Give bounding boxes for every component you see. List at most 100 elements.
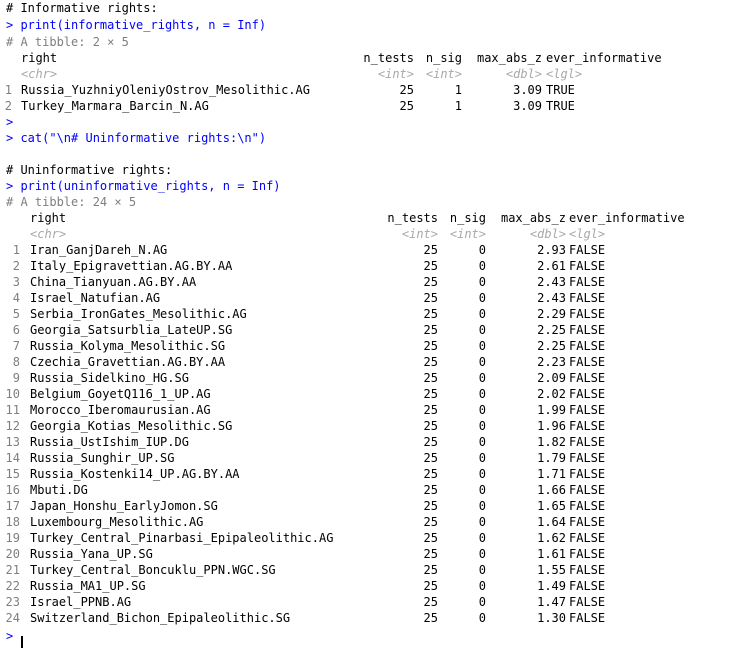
- cell-ever-informative: FALSE: [569, 371, 606, 385]
- col-type-n-tests: <int>: [377, 67, 414, 81]
- final-prompt: >: [6, 629, 14, 643]
- cell-right: Israel_PPNB.AG: [30, 595, 132, 609]
- table-row: 9 Russia_Sidelkino_HG.SG 25 0 2.09 FALSE: [6, 370, 726, 386]
- cell-max-abs-z: 3.09: [513, 99, 542, 113]
- cell-n-tests: 25: [423, 371, 438, 385]
- cell-n-sig: 0: [478, 403, 486, 417]
- cell-n-sig: 0: [478, 467, 486, 481]
- table-row: 24 Switzerland_Bichon_Epipaleolithic.SG 25…: [6, 610, 726, 626]
- table-row: 16 Mbuti.DG 25 0 1.66 FALSE: [6, 482, 726, 498]
- cell-ever-informative: FALSE: [569, 259, 606, 273]
- cell-n-sig: 0: [478, 435, 486, 449]
- informative-type-row: <chr> <int> <int> <dbl> <lgl>: [6, 66, 726, 82]
- cell-right: Russia_Yana_UP.SG: [30, 547, 153, 561]
- cell-max-abs-z: 2.43: [537, 291, 566, 305]
- cell-n-tests: 25: [423, 387, 438, 401]
- cell-right: Russia_MA1_UP.SG: [30, 579, 146, 593]
- row-index: 8: [12, 355, 20, 369]
- col-type-ever-informative: <lgl>: [546, 67, 583, 81]
- row-index: 2: [4, 99, 12, 113]
- cell-n-tests: 25: [399, 83, 414, 97]
- cell-ever-informative: TRUE: [546, 83, 575, 97]
- table-row: 10 Belgium_GoyetQ116_1_UP.AG 25 0 2.02 FALSE: [6, 386, 726, 402]
- table-row: 19 Turkey_Central_Pinarbasi_Epipaleolithi…: [6, 530, 726, 546]
- cell-n-sig: 1: [454, 83, 462, 97]
- row-index: 14: [5, 451, 20, 465]
- col-header-n-tests: n_tests: [387, 211, 438, 225]
- cell-right: Georgia_Kotias_Mesolithic.SG: [30, 419, 233, 433]
- table-row: 5 Serbia_IronGates_Mesolithic.AG 25 0 2.29 FA…: [6, 306, 726, 322]
- cell-n-tests: 25: [423, 243, 438, 257]
- cell-n-sig: 0: [478, 307, 486, 321]
- uninformative-type-row: <chr> <int> <int> <dbl> <lgl>: [6, 226, 726, 242]
- cell-n-sig: 0: [478, 499, 486, 513]
- cell-max-abs-z: 2.43: [537, 275, 566, 289]
- informative-header-row: right n_tests n_sig max_abs_z ever_infor…: [6, 50, 726, 66]
- cell-n-tests: 25: [423, 515, 438, 529]
- row-index: 4: [12, 291, 20, 305]
- cell-n-tests: 25: [423, 339, 438, 353]
- cell-right: Russia_UstIshim_IUP.DG: [30, 435, 189, 449]
- cell-n-sig: 0: [478, 483, 486, 497]
- cell-max-abs-z: 1.49: [537, 579, 566, 593]
- table-row: 6 Georgia_Satsurblia_LateUP.SG 25 0 2.25 FALS…: [6, 322, 726, 338]
- table-row: 17 Japan_Honshu_EarlyJomon.SG 25 0 1.65 FALSE: [6, 498, 726, 514]
- cell-ever-informative: TRUE: [546, 99, 575, 113]
- informative-title-comment: # Informative rights:: [6, 1, 158, 15]
- text-cursor: [21, 636, 23, 648]
- row-index: 24: [5, 611, 20, 625]
- row-index: 16: [5, 483, 20, 497]
- cell-ever-informative: FALSE: [569, 387, 606, 401]
- cell-right: Luxembourg_Mesolithic.AG: [30, 515, 204, 529]
- cell-max-abs-z: 2.02: [537, 387, 566, 401]
- cell-max-abs-z: 2.25: [537, 339, 566, 353]
- cell-max-abs-z: 1.82: [537, 435, 566, 449]
- cell-n-tests: 25: [399, 99, 414, 113]
- cell-n-tests: 25: [423, 307, 438, 321]
- cell-n-tests: 25: [423, 451, 438, 465]
- cell-n-sig: 0: [478, 339, 486, 353]
- cell-n-sig: 0: [478, 451, 486, 465]
- cell-max-abs-z: 1.65: [537, 499, 566, 513]
- cell-right: Japan_Honshu_EarlyJomon.SG: [30, 499, 218, 513]
- cell-max-abs-z: 2.23: [537, 355, 566, 369]
- table-row: 22 Russia_MA1_UP.SG 25 0 1.49 FALSE: [6, 578, 726, 594]
- col-header-ever-informative: ever_informative: [546, 51, 662, 65]
- cell-ever-informative: FALSE: [569, 419, 606, 433]
- cell-right: Serbia_IronGates_Mesolithic.AG: [30, 307, 247, 321]
- cell-max-abs-z: 1.47: [537, 595, 566, 609]
- cell-n-tests: 25: [423, 595, 438, 609]
- cell-right: China_Tianyuan.AG.BY.AA: [30, 275, 197, 289]
- cell-n-tests: 25: [423, 355, 438, 369]
- cell-n-sig: 0: [478, 243, 486, 257]
- cell-right: Mbuti.DG: [30, 483, 88, 497]
- col-type-max-abs-z: <dbl>: [505, 67, 542, 81]
- row-index: 2: [12, 259, 20, 273]
- print-informative-command: > print(informative_rights, n = Inf): [6, 18, 267, 32]
- row-index: 12: [5, 419, 20, 433]
- cell-n-sig: 0: [478, 579, 486, 593]
- cell-n-sig: 0: [478, 275, 486, 289]
- row-index: 13: [5, 435, 20, 449]
- cell-ever-informative: FALSE: [569, 579, 606, 593]
- informative-tibble-info: # A tibble: 2 × 5: [6, 35, 129, 49]
- cell-n-tests: 25: [423, 435, 438, 449]
- cell-ever-informative: FALSE: [569, 291, 606, 305]
- r-console-output[interactable]: # Informative rights: > print(informativ…: [0, 0, 733, 648]
- table-row: 23 Israel_PPNB.AG 25 0 1.47 FALSE: [6, 594, 726, 610]
- row-index: 10: [5, 387, 20, 401]
- cell-right: Georgia_Satsurblia_LateUP.SG: [30, 323, 233, 337]
- cell-right: Switzerland_Bichon_Epipaleolithic.SG: [30, 611, 291, 625]
- table-row: 2 Turkey_Marmara_Barcin_N.AG 25 1 3.09 TRUE: [5, 98, 726, 114]
- cell-n-tests: 25: [423, 259, 438, 273]
- cell-max-abs-z: 3.09: [513, 83, 542, 97]
- table-row: 13 Russia_UstIshim_IUP.DG 25 0 1.82 FALSE: [6, 434, 726, 450]
- cell-ever-informative: FALSE: [569, 435, 606, 449]
- cell-max-abs-z: 1.30: [537, 611, 566, 625]
- col-type-n-sig: <int>: [425, 67, 462, 81]
- table-row: 11 Morocco_Iberomaurusian.AG 25 0 1.99 FALSE: [6, 402, 726, 418]
- row-index: 17: [5, 499, 20, 513]
- cell-max-abs-z: 1.79: [537, 451, 566, 465]
- cell-right: Russia_Kostenki14_UP.AG.BY.AA: [30, 467, 240, 481]
- col-header-right: right: [30, 211, 67, 225]
